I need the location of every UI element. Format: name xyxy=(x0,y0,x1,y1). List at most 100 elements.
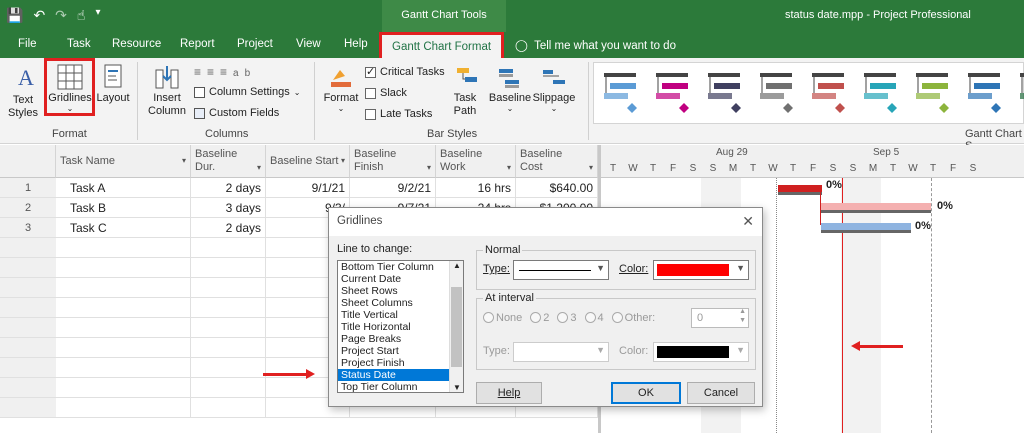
table-cell[interactable]: 9/2/21 xyxy=(350,178,436,198)
tab-task[interactable]: Task xyxy=(67,38,91,50)
list-item[interactable]: Title Horizontal xyxy=(338,321,463,333)
text-styles-button[interactable]: A Text Styles xyxy=(8,64,44,120)
table-cell[interactable] xyxy=(56,338,191,358)
row-number[interactable] xyxy=(0,298,56,318)
interval-3-radio[interactable]: 3 xyxy=(557,312,577,324)
interval-other-radio[interactable]: Other: xyxy=(611,312,655,324)
table-cell[interactable] xyxy=(191,398,266,418)
tell-me-search[interactable]: ◯ Tell me what you want to do xyxy=(515,38,676,52)
table-cell[interactable] xyxy=(56,258,191,278)
interval-type-dropdown[interactable]: ▼ xyxy=(513,342,609,362)
filter-dropdown-icon[interactable]: ▾ xyxy=(507,161,511,174)
tab-resource[interactable]: Resource xyxy=(112,38,161,50)
tab-view[interactable]: View xyxy=(296,38,321,50)
table-cell[interactable]: $640.00 xyxy=(516,178,598,198)
row-number[interactable] xyxy=(0,398,56,418)
col-header-baseline-work[interactable]: Baseline Work ▾ xyxy=(436,145,516,178)
interval-4-radio[interactable]: 4 xyxy=(584,312,604,324)
table-cell[interactable] xyxy=(191,318,266,338)
table-cell[interactable] xyxy=(56,378,191,398)
wrap-text-icon[interactable]: ab xyxy=(233,68,256,79)
gantt-style-swatch[interactable] xyxy=(862,69,898,119)
scroll-thumb[interactable] xyxy=(451,287,462,367)
gantt-style-swatch[interactable] xyxy=(914,69,950,119)
list-item[interactable]: Top Tier Column xyxy=(338,381,463,392)
touch-mode-icon[interactable]: ☝ xyxy=(77,7,86,24)
row-number[interactable]: 1 xyxy=(0,178,56,198)
col-header-baseline-cost[interactable]: Baseline Cost ▾ xyxy=(516,145,598,178)
gantt-style-swatch[interactable] xyxy=(706,69,742,119)
save-icon[interactable]: 💾 xyxy=(6,7,23,24)
align-left-icon[interactable]: ≡ xyxy=(194,65,207,79)
list-item[interactable]: Bottom Tier Column xyxy=(338,261,463,273)
list-item[interactable]: Sheet Columns xyxy=(338,297,463,309)
table-cell[interactable] xyxy=(191,298,266,318)
gantt-bar-task-b[interactable] xyxy=(821,203,931,210)
row-number[interactable]: 3 xyxy=(0,218,56,238)
slack-checkbox[interactable]: Slack xyxy=(365,87,407,99)
table-cell[interactable] xyxy=(56,398,191,418)
align-center-icon[interactable]: ≡ xyxy=(207,65,220,79)
row-number[interactable] xyxy=(0,338,56,358)
row-number[interactable] xyxy=(0,378,56,398)
listbox-scrollbar[interactable]: ▲ ▼ xyxy=(449,261,463,392)
normal-type-dropdown[interactable]: ▼ xyxy=(513,260,609,280)
table-cell[interactable] xyxy=(191,238,266,258)
gantt-style-swatch[interactable] xyxy=(966,69,1002,119)
late-tasks-checkbox[interactable]: Late Tasks xyxy=(365,108,432,120)
critical-tasks-checkbox[interactable]: Critical Tasks xyxy=(365,65,445,78)
col-header-baseline-dur[interactable]: Baseline Dur. ▾ xyxy=(191,145,266,178)
row-number[interactable] xyxy=(0,358,56,378)
table-cell[interactable]: 9/1/21 xyxy=(266,178,350,198)
layout-button[interactable]: Layout xyxy=(95,64,131,104)
insert-column-button[interactable]: Insert Column xyxy=(145,64,189,118)
table-cell[interactable] xyxy=(191,278,266,298)
list-item[interactable]: Project Finish xyxy=(338,357,463,369)
table-cell[interactable] xyxy=(56,318,191,338)
table-cell[interactable]: Task C xyxy=(56,218,191,238)
gantt-style-swatch[interactable] xyxy=(1018,69,1024,119)
filter-dropdown-icon[interactable]: ▾ xyxy=(589,161,593,174)
list-item[interactable]: Project Start xyxy=(338,345,463,357)
select-all-corner[interactable] xyxy=(0,145,56,178)
align-right-icon[interactable]: ≡ xyxy=(220,65,233,79)
list-item[interactable]: Page Breaks xyxy=(338,333,463,345)
row-number[interactable] xyxy=(0,238,56,258)
format-bar-button[interactable]: Format ⌄ xyxy=(322,64,360,113)
spinner-up-icon[interactable]: ▲ xyxy=(739,308,746,315)
gantt-chart-style-gallery[interactable] xyxy=(593,62,1024,124)
table-cell[interactable]: 3 days xyxy=(191,198,266,218)
row-number[interactable] xyxy=(0,318,56,338)
table-cell[interactable]: Task A xyxy=(56,178,191,198)
filter-dropdown-icon[interactable]: ▾ xyxy=(182,148,186,174)
col-header-baseline-finish[interactable]: Baseline Finish ▾ xyxy=(350,145,436,178)
row-number[interactable] xyxy=(0,278,56,298)
table-cell[interactable]: 2 days xyxy=(191,178,266,198)
cancel-button[interactable]: Cancel xyxy=(687,382,755,404)
custom-fields-button[interactable]: Custom Fields xyxy=(194,107,279,119)
tab-project[interactable]: Project xyxy=(237,38,273,50)
row-number[interactable]: 2 xyxy=(0,198,56,218)
task-path-button[interactable]: Task Path xyxy=(450,64,486,118)
undo-icon[interactable]: ↶ xyxy=(33,7,45,24)
filter-dropdown-icon[interactable]: ▾ xyxy=(427,161,431,174)
table-cell[interactable] xyxy=(56,238,191,258)
close-icon[interactable]: ✕ xyxy=(742,213,754,230)
gantt-style-swatch[interactable] xyxy=(602,69,638,119)
table-cell[interactable] xyxy=(191,338,266,358)
filter-dropdown-icon[interactable]: ▾ xyxy=(341,148,345,174)
list-item[interactable]: Title Vertical xyxy=(338,309,463,321)
normal-color-dropdown[interactable]: ▼ xyxy=(653,260,749,280)
table-cell[interactable] xyxy=(56,358,191,378)
tab-report[interactable]: Report xyxy=(180,38,215,50)
tab-gantt-chart-format[interactable]: Gantt Chart Format xyxy=(379,32,505,58)
customize-qa-icon[interactable]: ▾ xyxy=(95,7,100,24)
slippage-button[interactable]: Slippage ⌄ xyxy=(532,64,576,113)
tab-help[interactable]: Help xyxy=(344,38,368,50)
table-cell[interactable]: 16 hrs xyxy=(436,178,516,198)
list-item[interactable]: Sheet Rows xyxy=(338,285,463,297)
scroll-up-icon[interactable]: ▲ xyxy=(453,261,461,270)
scroll-down-icon[interactable]: ▼ xyxy=(453,383,461,392)
list-item[interactable]: Status Date xyxy=(338,369,463,381)
line-to-change-listbox[interactable]: Bottom Tier Column Current Date Sheet Rows… xyxy=(337,260,464,393)
